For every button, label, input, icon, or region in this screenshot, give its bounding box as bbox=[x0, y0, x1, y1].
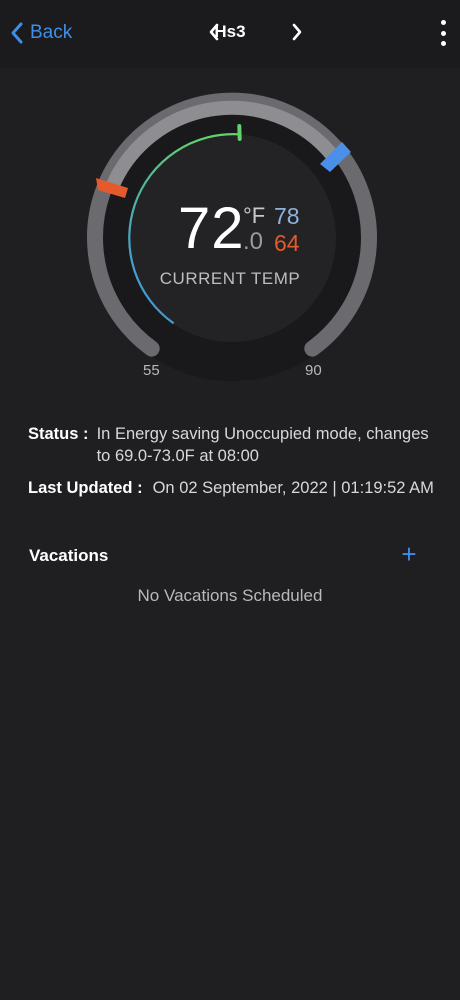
last-updated-row: Last Updated : On 02 September, 2022 | 0… bbox=[28, 477, 443, 499]
more-vertical-icon bbox=[440, 41, 446, 46]
status-row: Status : In Energy saving Unoccupied mod… bbox=[28, 423, 447, 467]
status-value: In Energy saving Unoccupied mode, change… bbox=[96, 425, 429, 465]
device-title: Hs3 bbox=[214, 22, 246, 41]
last-updated-label: Last Updated : bbox=[28, 479, 143, 497]
no-vacations-message: No Vacations Scheduled bbox=[137, 586, 323, 605]
range-min-label: 55 bbox=[143, 362, 160, 379]
top-navigation-bar: Back Hs3 bbox=[0, 0, 460, 68]
back-label: Back bbox=[30, 22, 73, 43]
status-label: Status : bbox=[28, 425, 89, 443]
next-device-button[interactable] bbox=[285, 20, 309, 44]
chevron-right-icon bbox=[292, 23, 302, 41]
more-options-button[interactable] bbox=[436, 20, 450, 46]
chevron-left-icon bbox=[11, 22, 23, 44]
temperature-unit: °F bbox=[243, 203, 266, 228]
range-max-label: 90 bbox=[305, 362, 322, 379]
current-temp-label: CURRENT TEMP bbox=[159, 269, 301, 288]
cool-setpoint[interactable]: 78 bbox=[274, 203, 300, 230]
last-updated-value: On 02 September, 2022 | 01:19:52 AM bbox=[152, 479, 434, 497]
more-vertical-icon bbox=[440, 20, 446, 25]
heat-setpoint[interactable]: 64 bbox=[274, 230, 300, 257]
more-vertical-icon bbox=[440, 30, 446, 36]
back-button[interactable]: Back bbox=[10, 18, 72, 48]
current-temperature: 72 bbox=[178, 196, 245, 261]
vacations-heading: Vacations bbox=[29, 546, 109, 565]
add-vacation-button[interactable]: + bbox=[398, 541, 420, 567]
current-temperature-decimal: .0 bbox=[243, 228, 264, 255]
